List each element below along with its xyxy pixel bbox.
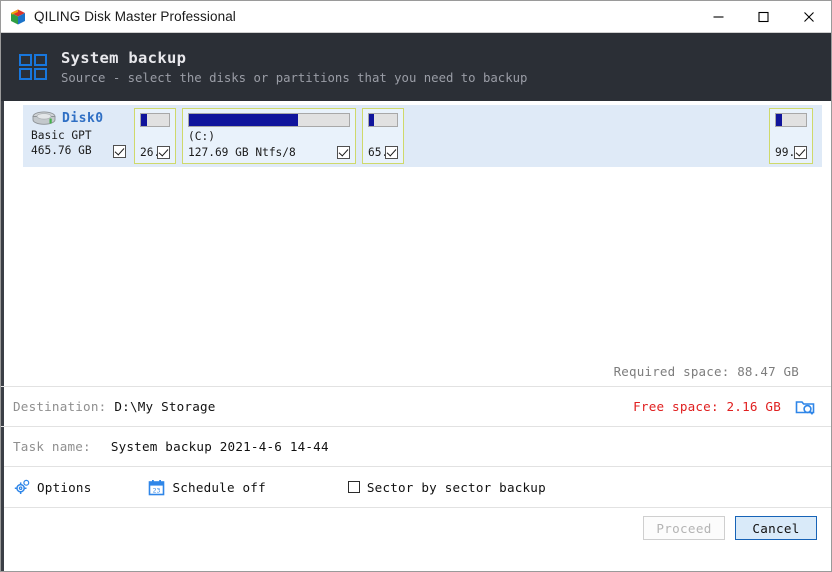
page-title: System backup <box>61 48 187 67</box>
sector-by-sector-checkbox[interactable] <box>347 481 360 493</box>
header-text-group: System backup Source - select the disks … <box>61 48 527 87</box>
partition-item[interactable]: 26. <box>134 108 176 164</box>
disk-info[interactable]: Disk0 Basic GPT 465.76 GB <box>29 108 128 164</box>
disk-header: Disk0 <box>29 108 128 128</box>
calendar-icon: 23 <box>148 479 165 496</box>
minimize-button[interactable] <box>696 1 741 32</box>
options-label: Options <box>37 479 92 495</box>
schedule-button[interactable]: 23 Schedule off <box>148 479 266 496</box>
title-bar: QILING Disk Master Professional <box>1 1 831 33</box>
task-name-value[interactable]: System backup 2021-4-6 14-44 <box>111 439 329 454</box>
partition-checkbox[interactable] <box>157 146 170 159</box>
hard-disk-icon <box>31 110 57 127</box>
main-content: Disk0 Basic GPT 465.76 GB 26. <box>1 101 831 571</box>
partition-footer: 127.69 GB Ntfs/8 <box>188 145 350 160</box>
maximize-button[interactable] <box>741 1 786 32</box>
grid-squares-icon <box>19 54 47 80</box>
sector-by-sector-option[interactable]: Sector by sector backup <box>347 479 546 495</box>
partition-size: 127.69 GB Ntfs/8 <box>188 146 296 159</box>
page-header: System backup Source - select the disks … <box>1 33 831 101</box>
usage-bar-fill <box>141 114 148 126</box>
partition-footer: 65. <box>368 145 398 160</box>
disk-row: Disk0 Basic GPT 465.76 GB 26. <box>23 105 822 167</box>
close-button[interactable] <box>786 1 831 32</box>
usage-bar <box>775 113 807 127</box>
cancel-button[interactable]: Cancel <box>735 516 817 540</box>
partition-item[interactable]: (C:) 127.69 GB Ntfs/8 <box>182 108 356 164</box>
disk-selection-area: Disk0 Basic GPT 465.76 GB 26. <box>1 101 831 386</box>
partition-size: 99. <box>775 146 794 159</box>
usage-bar <box>188 113 350 127</box>
app-icon <box>9 8 27 26</box>
svg-text:23: 23 <box>153 486 161 494</box>
partition-footer: 26. <box>140 145 170 160</box>
partition-item[interactable]: 65. <box>362 108 404 164</box>
disk-size: 465.76 GB <box>31 144 92 157</box>
partition-size: 65. <box>368 146 385 159</box>
schedule-label: Schedule off <box>172 479 266 495</box>
partition-footer: 99. <box>775 145 807 160</box>
destination-value[interactable]: D:\My Storage <box>114 399 215 414</box>
options-button[interactable]: Options <box>13 479 91 496</box>
free-space-label: Free space: 2.16 GB <box>633 399 781 414</box>
folder-search-icon[interactable] <box>795 398 815 416</box>
partition-checkbox[interactable] <box>794 146 807 159</box>
disk-checkbox[interactable] <box>113 144 126 158</box>
task-name-row: Task name: System backup 2021-4-6 14-44 <box>1 426 831 466</box>
usage-bar <box>140 113 170 127</box>
disk-size-line: 465.76 GB <box>29 143 128 159</box>
partition-item[interactable]: 99. <box>769 108 813 164</box>
window-title: QILING Disk Master Professional <box>34 9 236 24</box>
application-window: QILING Disk Master Professional System b <box>0 0 832 572</box>
proceed-button[interactable]: Proceed <box>643 516 725 540</box>
usage-bar <box>368 113 398 127</box>
footer-bar: Proceed Cancel <box>1 507 831 548</box>
partition-label: (C:) <box>188 130 215 143</box>
usage-bar-fill <box>189 114 298 126</box>
options-row: Options 23 Schedule off Sector by sector <box>1 466 831 507</box>
disk-type: Basic GPT <box>31 129 92 142</box>
sector-by-sector-label: Sector by sector backup <box>366 479 546 495</box>
disk-name: Disk0 <box>62 110 104 126</box>
required-space-label: Required space: 88.47 GB <box>613 364 799 379</box>
destination-row: Destination: D:\My Storage Free space: 2… <box>1 386 831 426</box>
partition-checkbox[interactable] <box>385 146 398 159</box>
partition-size: 26. <box>140 146 157 159</box>
gear-icon <box>13 479 30 496</box>
usage-bar-fill <box>776 114 782 126</box>
page-subtitle: Source - select the disks or partitions … <box>61 70 528 85</box>
destination-label: Destination: <box>13 399 107 414</box>
window-controls <box>696 1 831 32</box>
partition-checkbox[interactable] <box>337 146 350 159</box>
usage-bar-fill <box>369 114 375 126</box>
task-name-label: Task name: <box>13 439 91 454</box>
